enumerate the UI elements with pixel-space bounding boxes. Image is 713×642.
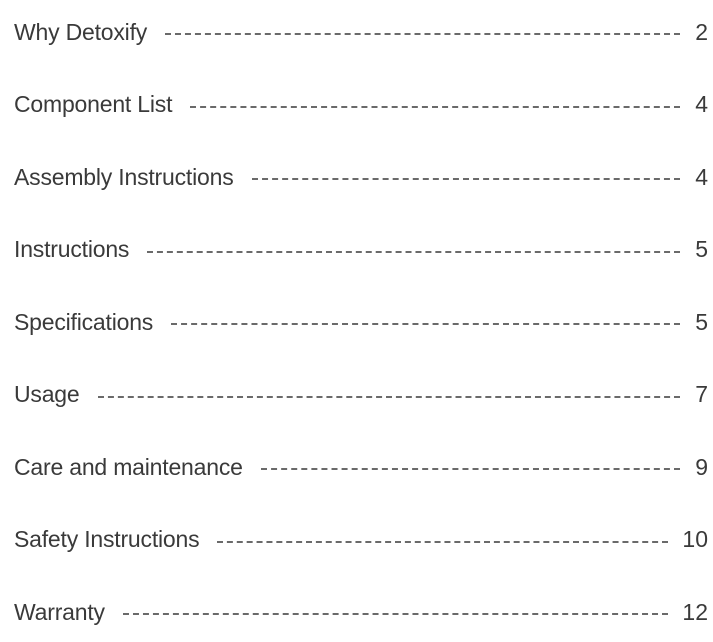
toc-entry-title: Specifications [14,308,154,335]
toc-entry-page-number: 7 [695,381,708,407]
toc-entry-title: Safety Instructions [14,526,200,552]
toc-entry-safety-instructions[interactable]: Safety Instructions 10 [14,522,708,558]
toc-leader-dots [217,540,669,543]
table-of-contents: Why Detoxify 2 Component List 4 Assembly… [14,14,708,630]
toc-entry-assembly-instructions[interactable]: Assembly Instructions 4 [14,159,708,195]
toc-entry-usage[interactable]: Usage 7 [14,377,708,413]
toc-entry-instructions[interactable]: Instructions 5 [14,232,708,268]
toc-leader-dots [147,250,680,253]
toc-entry-title: Component List [14,91,173,117]
toc-entry-specifications[interactable]: Specifications 5 [14,304,708,340]
toc-leader-dots [251,178,680,180]
toc-entry-why-detoxify[interactable]: Why Detoxify 2 [14,14,708,50]
toc-leader-dots [165,33,680,35]
toc-leader-dots [260,468,680,470]
toc-leader-dots [122,613,669,615]
toc-entry-care-and-maintenance[interactable]: Care and maintenance 9 [14,449,708,485]
toc-entry-title: Instructions [14,236,130,262]
toc-entry-page-number: 5 [695,308,708,335]
toc-entry-page-number: 2 [695,18,708,45]
toc-entry-title: Assembly Instructions [14,163,234,190]
toc-entry-page-number: 4 [695,163,708,190]
toc-entry-title: Usage [14,381,80,407]
toc-entry-warranty[interactable]: Warranty 12 [14,594,708,630]
toc-entry-page-number: 9 [695,453,708,480]
toc-entry-page-number: 4 [695,91,708,117]
toc-entry-page-number: 5 [695,236,708,262]
toc-entry-page-number: 10 [682,526,708,552]
toc-leader-dots [171,323,680,325]
toc-leader-dots [190,105,680,108]
toc-entry-page-number: 12 [682,598,708,625]
toc-entry-title: Care and maintenance [14,453,243,480]
toc-leader-dots [97,395,680,398]
toc-entry-component-list[interactable]: Component List 4 [14,87,708,123]
toc-entry-title: Why Detoxify [14,18,148,45]
toc-entry-title: Warranty [14,598,105,625]
